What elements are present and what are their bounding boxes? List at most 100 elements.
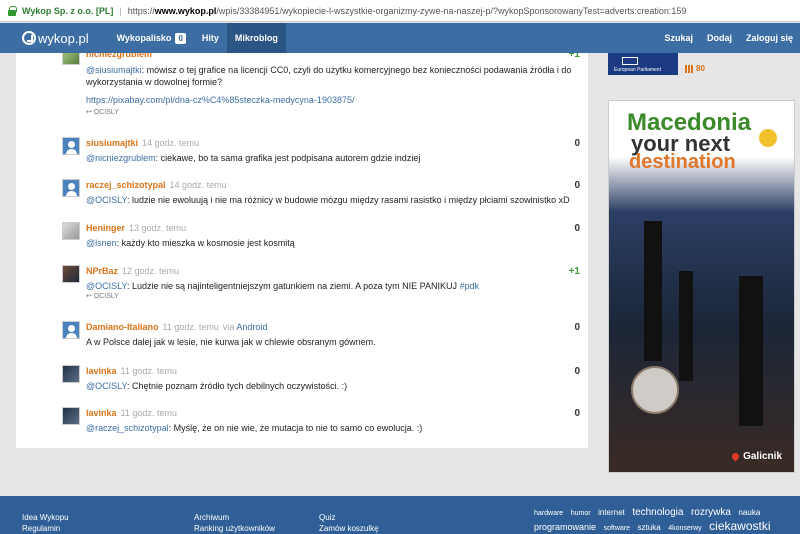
comment-header: Damiano-Italiano 11 godz. temu via Android (86, 322, 267, 332)
address-bar[interactable]: Wykop Sp. z o.o. [PL] | https://www.wyko… (0, 0, 800, 22)
mention-link[interactable]: @siusiumajtki (86, 65, 142, 75)
tag-link[interactable]: rozrywka (691, 507, 731, 518)
vote-count[interactable]: 0 (574, 223, 580, 234)
comment-text: : Chętnie poznam źródło tych debilnych o… (126, 381, 348, 391)
footer-column: Idea Wykopu Regulamin (22, 512, 69, 534)
eu-flag-icon (622, 57, 638, 65)
logo[interactable]: wykop.pl (22, 31, 89, 46)
footer: Idea Wykopu Regulamin Archiwum Ranking u… (0, 496, 800, 534)
comment-text: : każdy kto mieszka w kosmosie jest kosm… (116, 238, 295, 248)
author-link[interactable]: Damiano-Italiano (86, 322, 159, 332)
nav-item-wykopalisko[interactable]: Wykopalisko 0 (109, 23, 194, 53)
login-button[interactable]: Zaloguj się (739, 23, 800, 53)
avatar[interactable] (62, 53, 80, 65)
url-host: www.wykop.pl (154, 5, 217, 16)
comment-header: Heninger 13 godz. temu (86, 223, 186, 233)
tag-link[interactable]: ciekawostki (709, 519, 770, 533)
mention-link[interactable]: @OCISLY (86, 381, 127, 391)
url-prefix: https:// (127, 5, 155, 16)
hashtag-link[interactable]: #pdk (460, 281, 480, 291)
top-navigation: wykop.pl Wykopalisko 0 Hity Mikroblog Sz… (0, 23, 800, 53)
author-link[interactable]: NPrBaz (86, 266, 118, 276)
logo-text: wykop.pl (38, 30, 89, 46)
comment-body: @raczej_schizotypal: Myślę, że on nie wi… (86, 422, 576, 434)
site-identity[interactable]: Wykop Sp. z o.o. [PL] (22, 6, 113, 16)
tag-link[interactable]: software (604, 525, 630, 532)
avatar[interactable] (62, 137, 80, 155)
advertisement-banner[interactable]: Macedonia your next destination Galicnik (608, 100, 795, 473)
tag-link[interactable]: nauka (738, 508, 760, 517)
footer-link[interactable]: Quiz (319, 512, 379, 523)
url-path: /wpis/33384951/wykopiecie-l-wszystkie-or… (216, 5, 687, 16)
score-icon (685, 64, 693, 73)
author-link[interactable]: raczej_schizotypal (86, 180, 166, 190)
vote-count[interactable]: 0 (574, 366, 580, 377)
tag-link[interactable]: programowanie (534, 522, 596, 532)
tag-link[interactable]: internet (598, 508, 625, 517)
url-separator: | (119, 5, 122, 16)
ad-title-line3: destination (629, 151, 736, 173)
external-link[interactable]: https://pixabay.com/pl/dna-cz%C4%85stecz… (86, 95, 354, 105)
vote-count[interactable]: 0 (574, 138, 580, 149)
footer-link[interactable]: Idea Wykopu (22, 512, 69, 523)
nav-right: Szukaj Dodaj Zaloguj się (657, 23, 800, 53)
tag-link[interactable]: 4konserwy (668, 525, 701, 532)
mention-link[interactable]: @OCISLY (86, 195, 127, 205)
vote-count[interactable]: 0 (574, 408, 580, 419)
mention-link[interactable]: @raczej_schizotypal (86, 423, 169, 433)
nav-item-label: Wykopalisko (116, 33, 172, 43)
avatar[interactable] (62, 179, 80, 197)
vote-count[interactable]: +1 (569, 266, 580, 277)
mention-link[interactable]: @nicniezgrublem (86, 153, 156, 163)
comment-header: nicniezgrublem (86, 53, 152, 59)
via-app-link[interactable]: Android (236, 322, 267, 332)
avatar[interactable] (62, 265, 80, 283)
search-button[interactable]: Szukaj (657, 23, 700, 53)
vote-count[interactable]: 0 (574, 180, 580, 191)
timestamp: 12 godz. temu (122, 266, 180, 276)
add-button[interactable]: Dodaj (700, 23, 739, 53)
footer-column: Quiz Zamów koszulkę (319, 512, 379, 534)
reply-indicator[interactable]: ↩ OCISLY (86, 292, 119, 300)
author-link[interactable]: nicniezgrublem (86, 53, 152, 59)
comment-body: @siusiumajtki: mówisz o tej grafice na l… (86, 64, 576, 88)
nav-item-mikroblog[interactable]: Mikroblog (226, 23, 286, 53)
tag-link[interactable]: humor (571, 510, 591, 517)
avatar[interactable] (62, 365, 80, 383)
ad-location: Galicnik (730, 451, 782, 462)
comment-body: @lsnen: każdy kto mieszka w kosmosie jes… (86, 237, 576, 249)
comment-body: @OCISLY: ludzie nie ewoluują i nie ma ró… (86, 194, 576, 206)
footer-link[interactable]: Regulamin (22, 523, 69, 534)
comment-text: : mówisz o tej grafice na licencji CC0, … (86, 65, 572, 87)
tag-link[interactable]: technologia (632, 507, 683, 518)
vote-count[interactable]: 0 (574, 322, 580, 333)
avatar[interactable] (62, 321, 80, 339)
reply-indicator[interactable]: ↩ OCISLY (86, 108, 119, 116)
footer-link[interactable]: Archiwum (194, 512, 275, 523)
comment-text: : Ludzie nie są najinteligentniejszym ga… (126, 281, 457, 291)
nav-item-hity[interactable]: Hity (194, 23, 227, 53)
european-parliament-banner[interactable]: European Parliament (608, 53, 678, 75)
timestamp: 11 godz. temu (162, 322, 219, 332)
mention-link[interactable]: @lsnen (86, 238, 117, 248)
author-link[interactable]: lavinka (86, 366, 117, 376)
vote-count[interactable]: +1 (569, 53, 580, 60)
lock-icon (8, 5, 17, 16)
avatar[interactable] (62, 222, 80, 240)
author-link[interactable]: Heninger (86, 223, 125, 233)
comment-text: A w Polsce dalej jak w lesie, nie kurwa … (86, 337, 376, 347)
avatar[interactable] (62, 407, 80, 425)
comment-header: lavinka 11 godz. temu (86, 366, 177, 376)
comment-header: NPrBaz 12 godz. temu (86, 266, 179, 276)
via-label: via (222, 322, 235, 332)
author-link[interactable]: siusiumajtki (86, 138, 138, 148)
comment-body: @OCISLY: Ludzie nie są najinteligentniej… (86, 280, 576, 292)
tag-link[interactable]: hardware (534, 510, 563, 517)
footer-link[interactable]: Zamów koszulkę (319, 523, 379, 534)
comment-body: @OCISLY: Chętnie poznam źródło tych debi… (86, 380, 576, 392)
footer-link[interactable]: Ranking użytkowników (194, 523, 275, 534)
map-pin-icon (730, 451, 741, 462)
author-link[interactable]: lavinka (86, 408, 117, 418)
mention-link[interactable]: @OCISLY (86, 281, 127, 291)
tag-link[interactable]: sztuka (638, 523, 661, 532)
